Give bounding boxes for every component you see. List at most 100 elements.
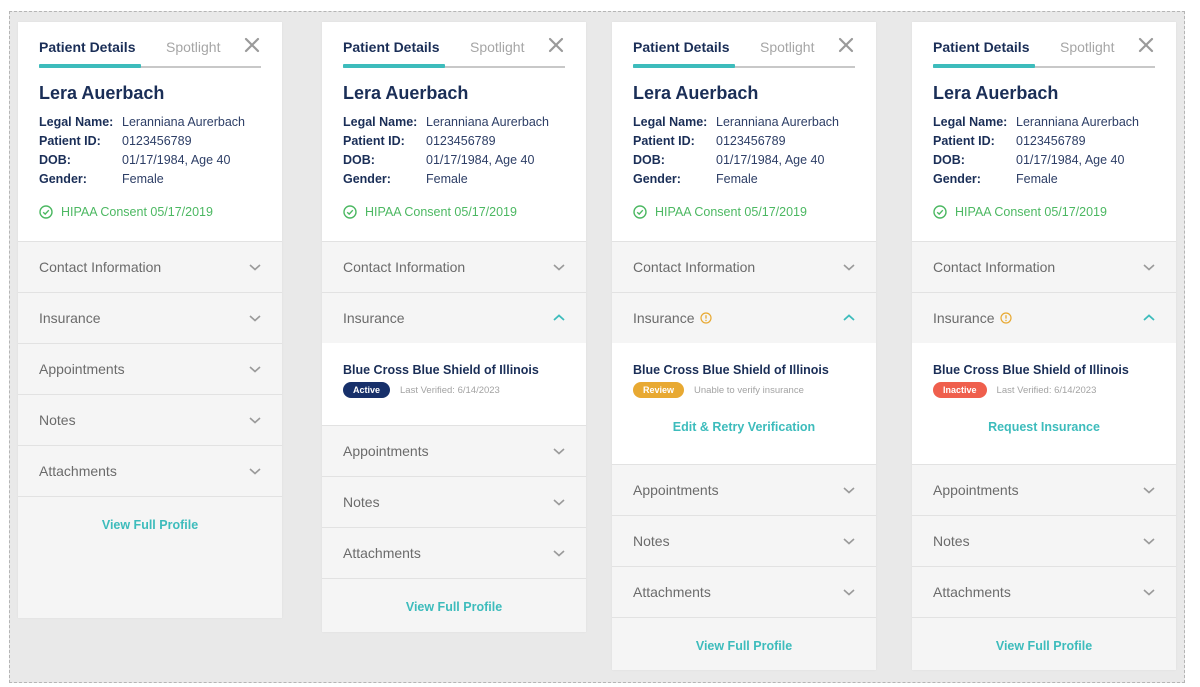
section-attachments[interactable]: Attachments [18,445,282,496]
tab-spotlight[interactable]: Spotlight [166,39,220,55]
detail-row-patient-id: Patient ID: 0123456789 [933,132,1155,151]
section-appointments[interactable]: Appointments [912,464,1176,515]
view-full-profile-link[interactable]: View Full Profile [102,518,198,532]
close-icon[interactable] [1137,36,1155,54]
chevron-down-icon [553,448,565,455]
tab-patient-details[interactable]: Patient Details [933,39,1029,55]
panel-footer: View Full Profile [912,617,1176,655]
detail-value: 01/17/1984, Age 40 [426,153,535,167]
section-contact-information[interactable]: Contact Information [612,241,876,292]
patient-name: Lera Auerbach [343,83,469,103]
chevron-down-icon [843,538,855,545]
request-insurance-link[interactable]: Request Insurance [933,420,1155,434]
tab-patient-details[interactable]: Patient Details [343,39,439,55]
check-circle-icon [933,205,947,219]
detail-label: DOB: [343,153,375,167]
section-contact-information[interactable]: Contact Information [18,241,282,292]
tab-spotlight[interactable]: Spotlight [470,39,524,55]
patient-header: Patient Details Spotlight Lera Auerbach … [912,22,1176,241]
section-insurance[interactable]: Insurance [18,292,282,343]
section-attachments[interactable]: Attachments [322,527,586,578]
insurance-provider: Blue Cross Blue Shield of Illinois [343,363,539,377]
detail-row-patient-id: Patient ID: 0123456789 [633,132,855,151]
tab-patient-details[interactable]: Patient Details [39,39,135,55]
chevron-down-icon [843,589,855,596]
section-notes[interactable]: Notes [18,394,282,445]
chevron-down-icon [843,264,855,271]
detail-value: Leranniana Aurerbach [1016,115,1140,129]
patient-header: Patient Details Spotlight Lera Auerbach … [18,22,282,241]
section-label: Insurance [933,310,1013,326]
detail-value: Female [716,172,758,186]
detail-row-gender: Gender: Female [933,170,1155,189]
detail-label: Legal Name: [933,115,1008,129]
detail-label: Patient ID: [933,134,995,148]
detail-label: Legal Name: [343,115,418,129]
patient-panel-insurance-review: Patient Details Spotlight Lera Auerbach … [612,22,876,670]
tab-bar: Patient Details Spotlight [343,22,565,68]
section-insurance[interactable]: Insurance [912,292,1176,343]
section-label: Attachments [39,463,117,479]
detail-row-legal-name: Legal Name: Leranniana Aurerbach [343,113,565,132]
section-label: Attachments [633,584,711,600]
insurance-status-message: Unable to verify insurance [694,384,804,396]
tab-patient-details[interactable]: Patient Details [633,39,729,55]
section-contact-information[interactable]: Contact Information [322,241,586,292]
close-icon[interactable] [837,36,855,54]
section-notes[interactable]: Notes [612,515,876,566]
section-attachments[interactable]: Attachments [912,566,1176,617]
detail-label: Legal Name: [633,115,708,129]
tab-bar: Patient Details Spotlight [39,22,261,68]
insurance-last-verified: Last Verified: 6/14/2023 [400,384,500,396]
section-label: Contact Information [933,259,1056,275]
section-appointments[interactable]: Appointments [612,464,876,515]
section-appointments[interactable]: Appointments [322,425,586,476]
insurance-content: Blue Cross Blue Shield of Illinois Revie… [612,343,876,464]
section-label: Appointments [343,443,429,459]
tab-spotlight[interactable]: Spotlight [1060,39,1114,55]
patient-details: Legal Name: Leranniana Aurerbach Patient … [39,113,261,189]
section-notes[interactable]: Notes [322,476,586,527]
section-notes[interactable]: Notes [912,515,1176,566]
detail-value: 01/17/1984, Age 40 [1016,153,1125,167]
detail-value: Female [1016,172,1058,186]
detail-row-legal-name: Legal Name: Leranniana Aurerbach [933,113,1155,132]
tab-spotlight[interactable]: Spotlight [760,39,814,55]
section-label-text: Insurance [633,310,695,326]
consent-text: HIPAA Consent 05/17/2019 [955,205,1107,219]
section-appointments[interactable]: Appointments [18,343,282,394]
chevron-down-icon [1143,589,1155,596]
section-label: Insurance [633,310,713,326]
view-full-profile-link[interactable]: View Full Profile [406,600,502,614]
insurance-status-row: Review Unable to verify insurance [633,382,855,398]
warning-info-icon [1000,312,1013,324]
detail-value: Leranniana Aurerbach [716,115,840,129]
consent-text: HIPAA Consent 05/17/2019 [655,205,807,219]
hipaa-consent: HIPAA Consent 05/17/2019 [343,205,565,219]
detail-value: 0123456789 [122,134,192,148]
section-label: Notes [39,412,76,428]
section-attachments[interactable]: Attachments [612,566,876,617]
check-circle-icon [633,205,647,219]
hipaa-consent: HIPAA Consent 05/17/2019 [633,205,855,219]
insurance-provider: Blue Cross Blue Shield of Illinois [633,363,829,377]
detail-label: Patient ID: [343,134,405,148]
section-insurance[interactable]: Insurance [612,292,876,343]
consent-text: HIPAA Consent 05/17/2019 [365,205,517,219]
edit-retry-verification-link[interactable]: Edit & Retry Verification [633,420,855,434]
detail-row-dob: DOB: 01/17/1984, Age 40 [343,151,565,170]
patient-details: Legal Name: Leranniana Aurerbach Patient … [343,113,565,189]
panel-footer: View Full Profile [322,578,586,616]
section-label: Attachments [933,584,1011,600]
close-icon[interactable] [243,36,261,54]
section-insurance[interactable]: Insurance [322,292,586,343]
detail-row-dob: DOB: 01/17/1984, Age 40 [933,151,1155,170]
chevron-down-icon [1143,487,1155,494]
section-contact-information[interactable]: Contact Information [912,241,1176,292]
detail-row-legal-name: Legal Name: Leranniana Aurerbach [39,113,261,132]
view-full-profile-link[interactable]: View Full Profile [996,639,1092,653]
chevron-down-icon [553,499,565,506]
section-label: Notes [633,533,670,549]
close-icon[interactable] [547,36,565,54]
view-full-profile-link[interactable]: View Full Profile [696,639,792,653]
